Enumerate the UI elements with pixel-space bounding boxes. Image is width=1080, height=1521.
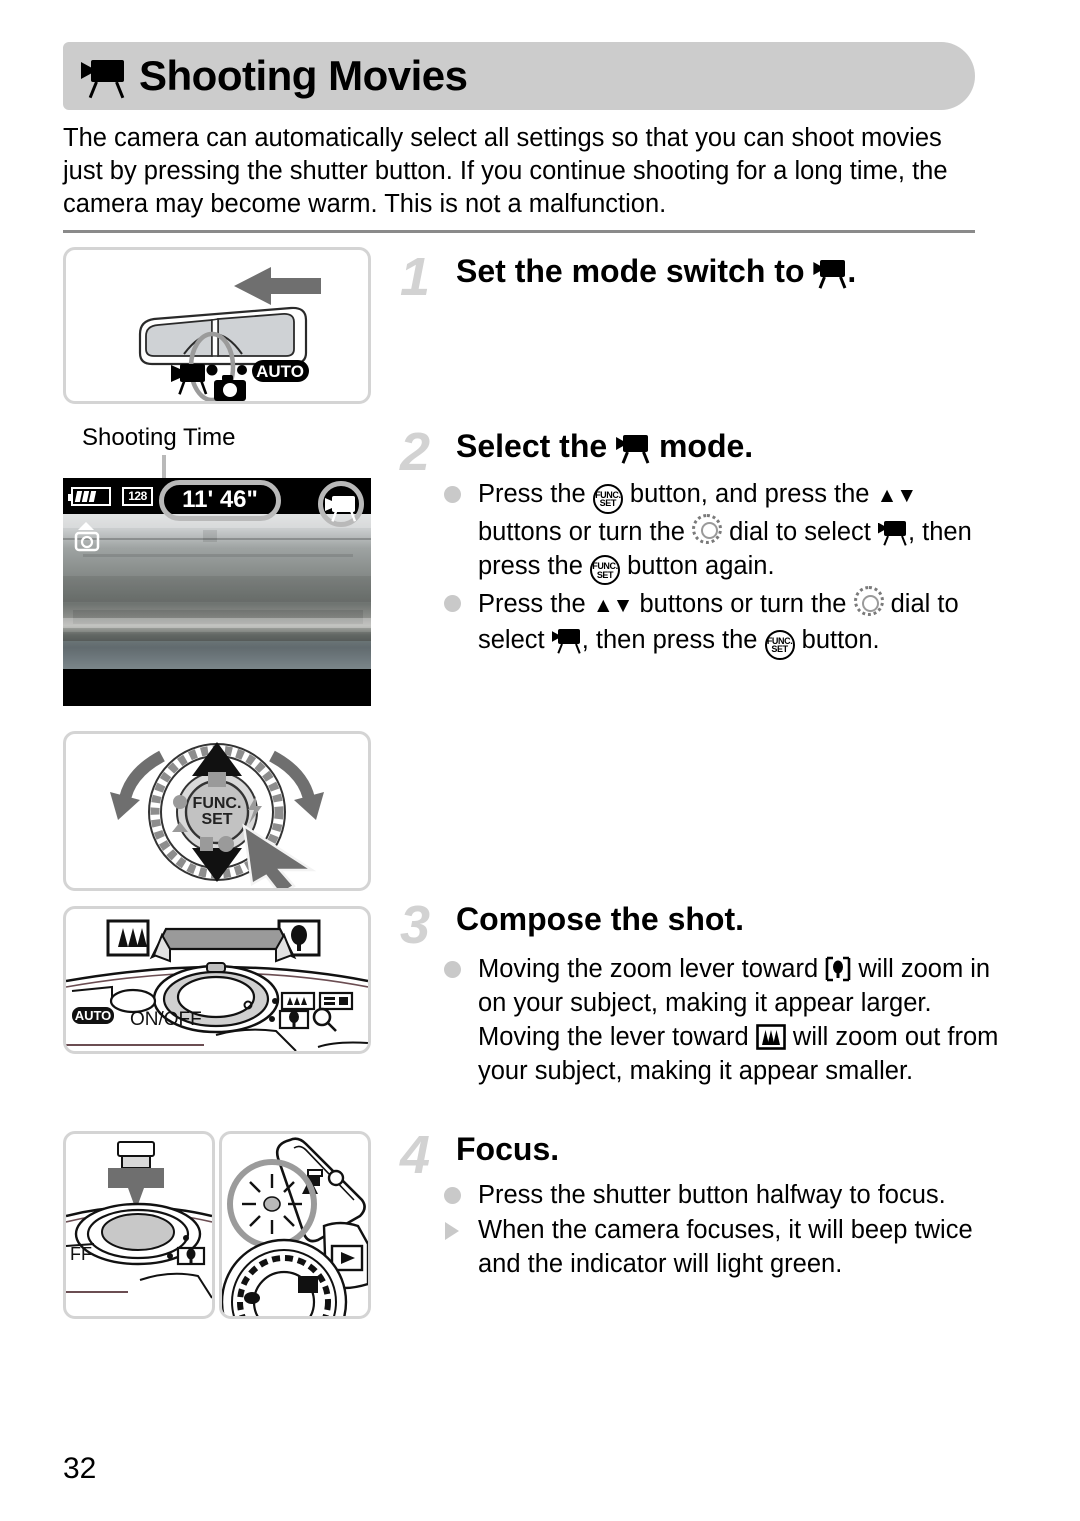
- off-label: FF: [70, 1244, 92, 1264]
- shutter-button-illustration: FF: [63, 1131, 215, 1319]
- macro-icon: [173, 795, 187, 809]
- auto-label: AUTO: [256, 362, 304, 381]
- auto-label: AUTO: [75, 1008, 112, 1023]
- bullet-dot-icon: [444, 961, 461, 978]
- step-number: 2: [400, 422, 431, 482]
- page-header-banner: Shooting Movies: [63, 42, 975, 110]
- mode-switch-illustration: AUTO: [63, 247, 371, 404]
- movie-mode-icon: [325, 496, 357, 522]
- image-stabilizer-icon: [73, 522, 100, 552]
- bullet-dot-icon: [444, 486, 461, 503]
- exposure-compensation-icon: [208, 772, 226, 787]
- control-dial-illustration: FUNC. SET: [63, 731, 371, 891]
- page-title: Shooting Movies: [139, 52, 468, 99]
- control-dial-icon: [853, 586, 884, 616]
- bullet-item: Moving the zoom lever toward will zoom i…: [444, 952, 1004, 1088]
- step-heading: Select the mode.: [456, 427, 753, 465]
- wide-angle-icon: [756, 1024, 786, 1050]
- up-down-arrows-icon: ▲▼: [876, 484, 918, 507]
- bullet-triangle-icon: [445, 1222, 459, 1240]
- bullet-text: Press the shutter button halfway to focu…: [478, 1181, 946, 1209]
- rotate-right-arrow: [294, 792, 324, 820]
- step-heading: Focus.: [456, 1131, 560, 1167]
- movie-camera-icon: [171, 364, 208, 395]
- func-set-button-icon: FUNC. SET: [764, 629, 795, 660]
- control-dial-icon: [692, 513, 723, 544]
- lcd-status-bar: 128 11' 46": [63, 478, 371, 527]
- movie-camera-icon: [877, 518, 908, 546]
- step-heading: Set the mode switch to .: [456, 252, 856, 290]
- timer-icon: [218, 836, 234, 852]
- func-set-button-icon: FUNC. SET: [589, 555, 620, 585]
- still-camera-icon: [214, 375, 246, 401]
- magnifier-icon: [312, 1007, 337, 1032]
- lcd-bottom-bar: [63, 669, 371, 706]
- bullet-dot-icon: [444, 595, 461, 612]
- step-body: Press the shutter button halfway to focu…: [444, 1178, 1004, 1282]
- step-number: 1: [400, 247, 431, 307]
- rotate-left-arrow: [110, 792, 140, 820]
- step-number: 3: [400, 895, 431, 955]
- power-label: ON/OFF: [130, 1009, 202, 1030]
- set-label: SET: [201, 811, 232, 828]
- func-label: FUNC.: [193, 795, 242, 812]
- movie-camera-icon: [616, 431, 650, 464]
- horizontal-divider: [63, 230, 975, 233]
- step-number: 4: [400, 1125, 431, 1185]
- bullet-text: Moving the zoom lever toward will zoom i…: [478, 955, 999, 1085]
- lcd-screen-illustration: 128 11' 46": [63, 478, 371, 706]
- func-set-button-icon: FUNC. SET: [592, 483, 623, 514]
- telephoto-icon: [825, 956, 851, 982]
- memory-card-icon: 128: [122, 487, 153, 506]
- step-heading-suffix: mode.: [650, 428, 754, 464]
- bullet-text: Press the FUNC. SET button, and press the…: [478, 480, 972, 585]
- bullet-item: When the camera focuses, it will beep tw…: [444, 1213, 1004, 1281]
- pointer-hand-icon: [242, 823, 317, 888]
- bullet-item: Press the ▲▼ buttons or turn the dial to…: [444, 586, 989, 660]
- bullet-text: When the camera focuses, it will beep tw…: [478, 1216, 973, 1278]
- left-arrow-icon: [234, 267, 321, 305]
- movie-mode-icon-highlight: [318, 481, 364, 527]
- up-down-arrows-icon: ▲▼: [592, 594, 634, 617]
- step-heading-suffix: .: [847, 253, 857, 289]
- battery-icon: [68, 487, 111, 506]
- bullet-text: Press the ▲▼ buttons or turn the dial to…: [478, 586, 959, 660]
- indicator-lamp-illustration: [219, 1131, 371, 1319]
- bullet-item: Press the shutter button halfway to focu…: [444, 1178, 1004, 1212]
- live-view-photo: [63, 514, 371, 669]
- delete-icon: [200, 837, 213, 851]
- page-number: 32: [63, 1452, 97, 1485]
- macro-icon: [244, 1292, 260, 1304]
- bullet-dot-icon: [444, 1187, 461, 1204]
- step-heading: Compose the shot.: [456, 901, 745, 937]
- exposure-compensation-icon: [298, 1276, 318, 1293]
- step-body: Moving the zoom lever toward will zoom i…: [444, 952, 1004, 1089]
- shooting-time-callout-label: Shooting Time: [82, 424, 236, 451]
- bullet-item: Press the FUNC. SET button, and press the…: [444, 477, 989, 585]
- movie-camera-icon: [81, 54, 127, 99]
- shooting-time-value: 11' 46": [159, 480, 281, 521]
- step-heading-text: Set the mode switch to: [456, 253, 814, 289]
- step-body: Press the FUNC. SET button, and press the…: [444, 477, 989, 661]
- step-heading-text: Select the: [456, 428, 617, 464]
- movie-camera-icon: [551, 626, 582, 654]
- movie-camera-icon: [813, 256, 847, 289]
- zoom-lever-illustration: AUTO ON/OFF: [63, 906, 371, 1054]
- intro-paragraph: The camera can automatically select all …: [63, 124, 948, 218]
